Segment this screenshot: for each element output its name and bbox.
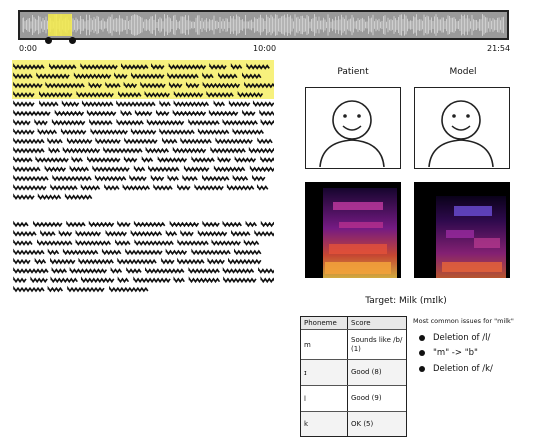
phoneme-cell: l bbox=[301, 386, 348, 411]
target-word-label: Target: Milk (mɪlk) bbox=[365, 296, 447, 306]
bullet-icon bbox=[419, 350, 425, 356]
phoneme-cell: m bbox=[301, 330, 348, 359]
issue-item: "m" -> "b" bbox=[419, 348, 478, 358]
selection-end-handle[interactable] bbox=[69, 37, 76, 44]
score-cell: Sounds like /b/ (1) bbox=[351, 335, 403, 353]
patient-label: Patient bbox=[337, 67, 369, 77]
time-start-label: 0:00 bbox=[19, 44, 37, 53]
audio-timeline[interactable] bbox=[18, 10, 509, 44]
issue-text: Deletion of /l/ bbox=[433, 333, 491, 343]
issue-text: "m" -> "b" bbox=[433, 348, 478, 358]
waveform bbox=[22, 14, 504, 36]
model-spectrogram bbox=[414, 182, 510, 278]
transcript-text bbox=[13, 63, 274, 293]
timeline-selection[interactable] bbox=[48, 14, 72, 36]
table-row[interactable]: l Good (9) bbox=[301, 385, 406, 411]
issue-text: Deletion of /k/ bbox=[433, 364, 493, 374]
table-row[interactable]: ɪ Good (8) bbox=[301, 359, 406, 385]
phoneme-cell: ɪ bbox=[301, 360, 348, 385]
table-header-row: Phoneme Score bbox=[301, 317, 406, 329]
issue-item: Deletion of /l/ bbox=[419, 333, 490, 343]
score-cell: Good (9) bbox=[351, 394, 382, 402]
time-end-label: 21:54 bbox=[487, 44, 511, 53]
model-video[interactable] bbox=[414, 87, 510, 169]
transcript-panel[interactable] bbox=[12, 60, 274, 330]
patient-spectrogram bbox=[305, 182, 401, 278]
score-cell: Good (8) bbox=[348, 360, 406, 385]
model-avatar-icon bbox=[428, 100, 494, 168]
bullet-icon bbox=[419, 366, 425, 372]
selection-start-handle[interactable] bbox=[45, 37, 52, 44]
issue-item: Deletion of /k/ bbox=[419, 364, 493, 374]
bullet-icon bbox=[419, 335, 425, 341]
table-row[interactable]: k OK (5) bbox=[301, 411, 406, 436]
table-row[interactable]: m Sounds like /b/ (1) bbox=[301, 329, 406, 359]
patient-video[interactable] bbox=[305, 87, 401, 169]
phoneme-score-table: Phoneme Score m Sounds like /b/ (1) ɪ Go… bbox=[300, 316, 407, 437]
score-cell: OK (5) bbox=[348, 412, 406, 436]
common-issues-title: Most common issues for "milk" bbox=[413, 317, 514, 325]
score-column-header: Score bbox=[348, 317, 406, 329]
phoneme-cell: k bbox=[301, 412, 348, 436]
patient-avatar-icon bbox=[319, 100, 385, 168]
time-mid-label: 10:00 bbox=[253, 44, 277, 53]
model-label: Model bbox=[449, 67, 477, 77]
phoneme-column-header: Phoneme bbox=[301, 317, 348, 329]
